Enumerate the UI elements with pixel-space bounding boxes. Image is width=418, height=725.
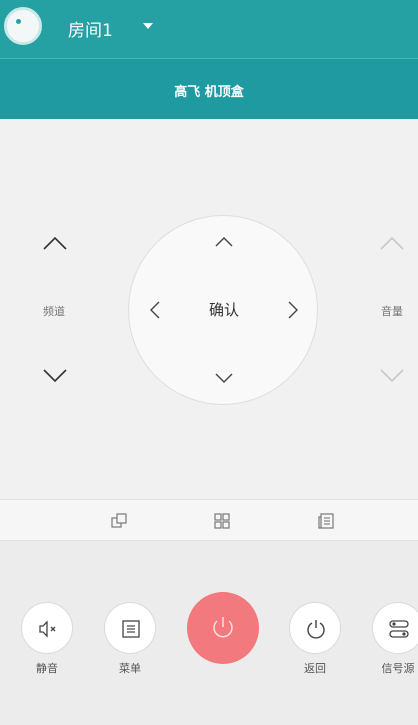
left-arrow-button[interactable] xyxy=(141,296,169,324)
back-icon xyxy=(307,620,325,639)
menu-button[interactable] xyxy=(104,602,156,654)
grid-apps-icon[interactable] xyxy=(212,511,232,531)
room-selector-label[interactable]: 房间1 xyxy=(68,16,113,41)
device-name[interactable]: 高飞 机顶盒 xyxy=(0,81,418,100)
source-toggle-icon xyxy=(389,620,409,638)
window-switch-icon[interactable] xyxy=(109,511,129,531)
menu-icon xyxy=(122,620,140,638)
guide-list-icon[interactable] xyxy=(316,511,336,531)
mute-icon xyxy=(39,620,56,638)
channel-down-button[interactable] xyxy=(35,355,75,395)
source-label: 信号源 xyxy=(381,662,415,675)
back-label: 返回 xyxy=(304,662,326,675)
down-arrow-button[interactable] xyxy=(210,364,238,392)
right-arrow-button[interactable] xyxy=(279,296,307,324)
avatar-dot xyxy=(16,19,21,24)
mute-button[interactable] xyxy=(21,602,73,654)
volume-up-button[interactable] xyxy=(372,224,412,264)
menu-label: 菜单 xyxy=(119,662,141,675)
channel-up-button[interactable] xyxy=(35,224,75,264)
ok-button[interactable]: 确认 xyxy=(194,296,254,324)
volume-down-button[interactable] xyxy=(372,355,412,395)
channel-label: 频道 xyxy=(43,305,65,318)
up-arrow-button[interactable] xyxy=(210,228,238,256)
avatar[interactable] xyxy=(4,7,42,45)
top-bar: 房间1 xyxy=(0,0,418,58)
power-icon xyxy=(213,617,233,638)
back-button[interactable] xyxy=(289,602,341,654)
device-bar: 高飞 机顶盒 xyxy=(0,58,418,125)
source-button[interactable] xyxy=(372,602,418,654)
function-bar xyxy=(0,499,418,541)
power-button[interactable] xyxy=(187,592,259,664)
bottom-controls: 静音 菜单 返回 信号源 xyxy=(0,541,418,725)
chevron-down-icon[interactable] xyxy=(141,20,155,32)
mute-label: 静音 xyxy=(36,662,58,675)
remote-panel: 频道 音量 确认 xyxy=(0,119,418,499)
direction-pad: 确认 xyxy=(128,215,318,405)
volume-label: 音量 xyxy=(381,305,403,318)
